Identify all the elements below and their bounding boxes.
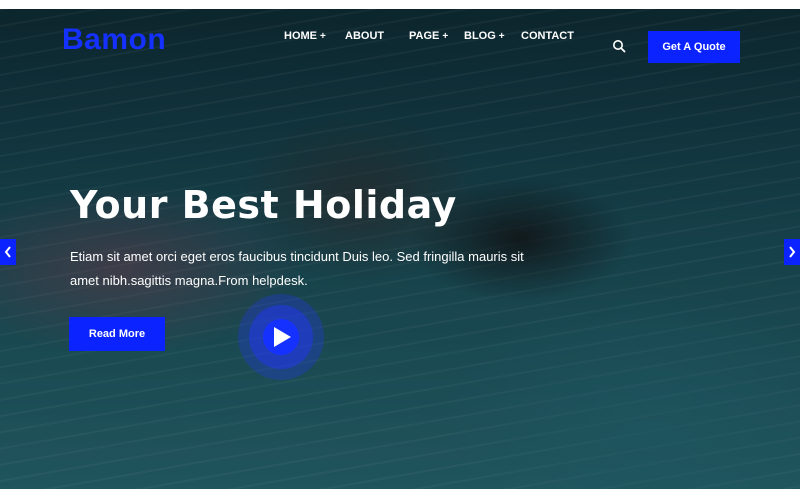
nav-label: ABOUT (345, 30, 385, 42)
nav-item-blog[interactable]: BLOG + (464, 30, 505, 42)
nav-label: BLOG (464, 30, 496, 42)
nav-item-home[interactable]: HOME + (284, 30, 326, 42)
read-more-button[interactable]: Read More (69, 317, 165, 351)
plus-icon: + (442, 31, 449, 42)
play-icon (274, 327, 291, 347)
nav-item-page[interactable]: PAGE + (409, 30, 448, 42)
plus-icon: + (498, 31, 505, 42)
nav-label: CONTACT (521, 30, 574, 42)
nav-item-contact[interactable]: CONTACT (521, 30, 574, 42)
slider-prev-button[interactable] (0, 239, 16, 265)
nav-label: HOME (284, 30, 317, 42)
search-icon[interactable] (612, 38, 626, 53)
chevron-left-icon (4, 246, 11, 258)
slider-next-button[interactable] (784, 239, 800, 265)
plus-icon: + (320, 31, 326, 42)
logo[interactable]: Bamon (62, 23, 166, 57)
nav-label: PAGE (409, 30, 440, 42)
hero-banner: Bamon HOME + ABOUT PAGE + BLOG + CONTACT Ge… (0, 9, 800, 489)
hero-description: Etiam sit amet orci eget eros faucibus t… (70, 249, 524, 288)
chevron-right-icon (789, 246, 796, 258)
nav-item-about[interactable]: ABOUT (345, 30, 384, 42)
get-a-quote-button[interactable]: Get A Quote (648, 31, 740, 63)
play-video-button[interactable] (238, 294, 324, 380)
hero-title: Your Best Holiday (70, 183, 457, 227)
